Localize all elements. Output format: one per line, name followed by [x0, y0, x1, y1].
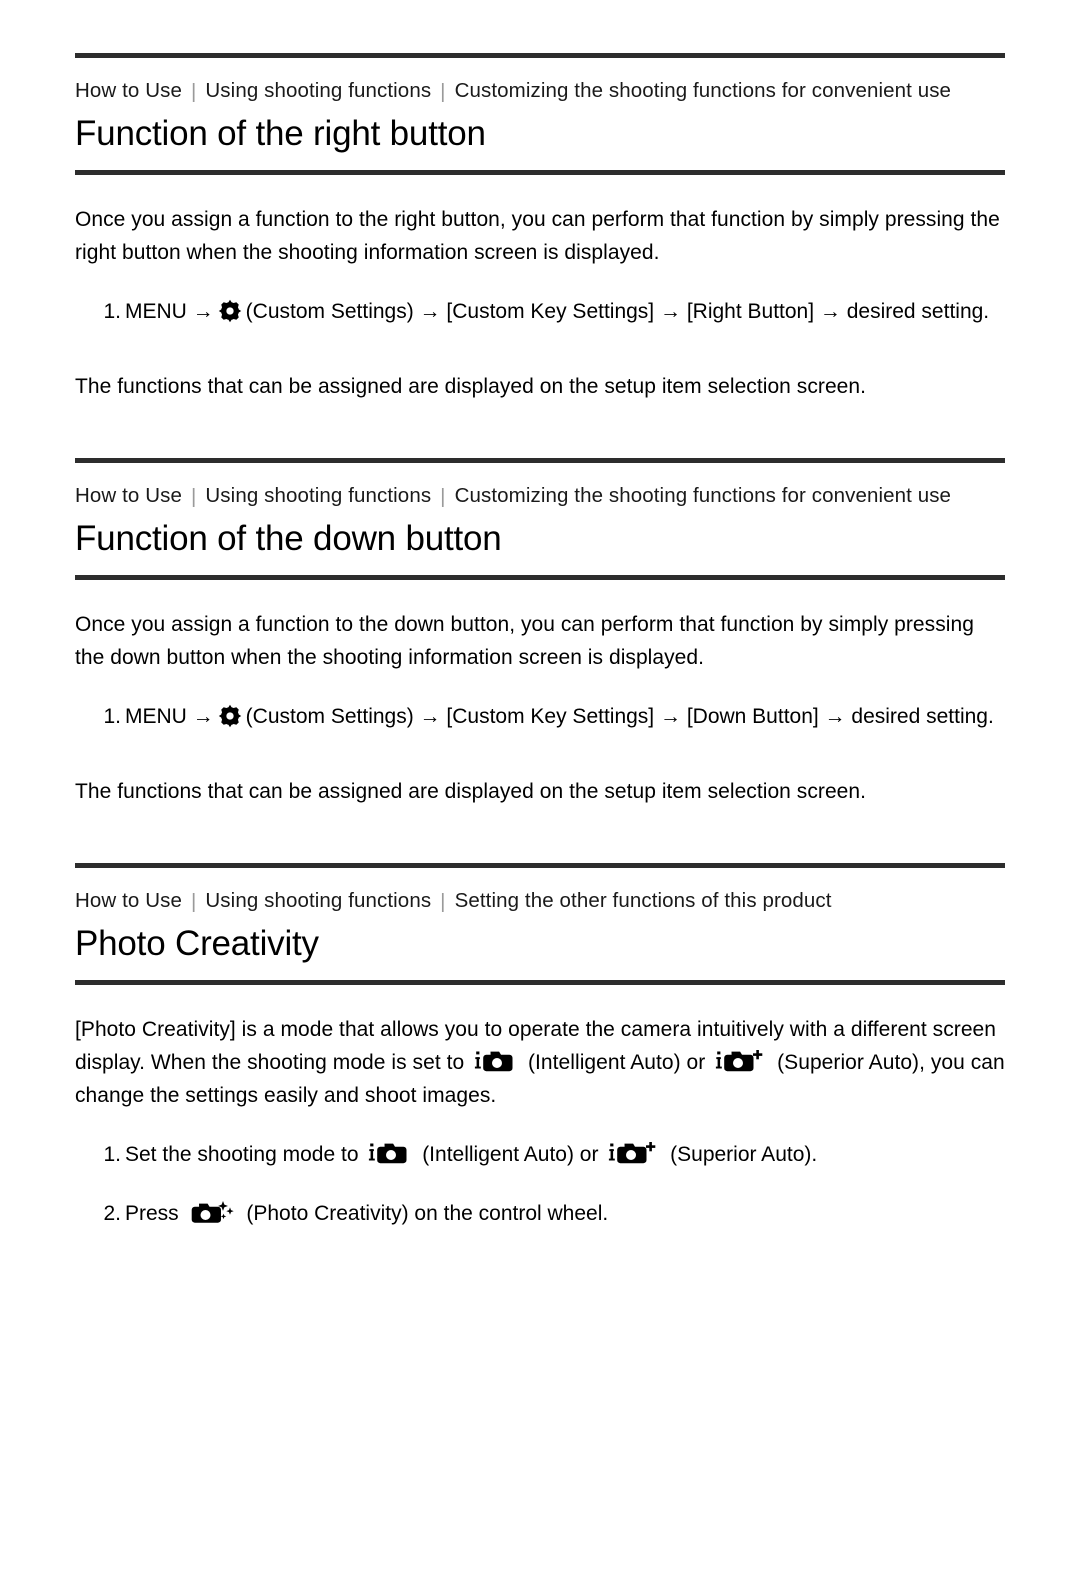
breadcrumb-separator: | [190, 485, 197, 508]
intro-text-part2: (Intelligent Auto) or [528, 1051, 706, 1074]
step-text-part1: MENU → [125, 300, 214, 323]
step-text-part1: Press [125, 1202, 179, 1225]
breadcrumb-item-2[interactable]: Using shooting functions [205, 889, 431, 912]
step-text-part1: Set the shooting mode to [125, 1143, 359, 1166]
section-photo-creativity: How to Use | Using shooting functions | Sett… [75, 863, 1005, 1230]
list-item: 1. MENU → (Custom Settings) → [Custom Key … [75, 295, 1005, 328]
breadcrumb-item-1[interactable]: How to Use [75, 484, 182, 507]
note-paragraph: The functions that can be assigned are d… [75, 375, 867, 398]
breadcrumb-item-1[interactable]: How to Use [75, 889, 182, 912]
step-number: 1. [103, 1143, 121, 1166]
step-text-part1: MENU → [125, 705, 214, 728]
breadcrumb-item-3[interactable]: Setting the other functions of this prod… [455, 889, 832, 912]
gear-icon [218, 704, 242, 728]
list-item: 2. Press (Photo Creativity) on the contro… [75, 1197, 1005, 1230]
breadcrumb: How to Use | Using shooting functions | Cust… [75, 76, 1005, 106]
document-page: How to Use | Using shooting functions | Cust… [0, 53, 1080, 1581]
gear-icon [218, 299, 242, 323]
step-list: 1. Set the shooting mode to (Intelligent … [75, 1138, 1005, 1230]
breadcrumb-item-3[interactable]: Customizing the shooting functions for c… [455, 79, 951, 102]
step-text-part2: (Photo Creativity) on the control wheel. [246, 1202, 609, 1225]
step-list: 1. MENU → (Custom Settings) → [Custom Key … [75, 700, 1005, 733]
step-text-part3: (Superior Auto). [670, 1143, 818, 1166]
intro-paragraph: Once you assign a function to the right … [75, 208, 1000, 264]
list-item: 1. Set the shooting mode to (Intelligent … [75, 1138, 1005, 1171]
note-paragraph: The functions that can be assigned are d… [75, 780, 867, 803]
superior-auto-icon [608, 1140, 660, 1166]
page-title: Photo Creativity [75, 924, 319, 963]
breadcrumb: How to Use | Using shooting functions | Sett… [75, 886, 1005, 916]
breadcrumb-item-2[interactable]: Using shooting functions [205, 484, 431, 507]
intro-paragraph: Once you assign a function to the down b… [75, 613, 974, 669]
page-title: Function of the down button [75, 519, 502, 558]
superior-auto-icon [715, 1048, 767, 1074]
breadcrumb-item-3[interactable]: Customizing the shooting functions for c… [455, 484, 951, 507]
step-number: 2. [103, 1202, 121, 1225]
page-title: Function of the right button [75, 114, 486, 153]
section-function-right-button: How to Use | Using shooting functions | Cust… [75, 53, 1005, 403]
section-function-down-button: How to Use | Using shooting functions | Cust… [75, 458, 1005, 808]
step-text-part2: (Custom Settings) → [Custom Key Settings… [245, 705, 994, 728]
step-text-part2: (Custom Settings) → [Custom Key Settings… [245, 300, 990, 323]
photo-creativity-icon [189, 1199, 237, 1225]
intelligent-auto-icon [474, 1048, 518, 1074]
breadcrumb-separator: | [190, 80, 197, 103]
breadcrumb-separator: | [190, 890, 197, 913]
step-number: 1. [103, 705, 121, 728]
breadcrumb: How to Use | Using shooting functions | Cust… [75, 481, 1005, 511]
breadcrumb-item-2[interactable]: Using shooting functions [205, 79, 431, 102]
intro-paragraph: [Photo Creativity] is a mode that allows… [75, 1013, 1005, 1112]
list-item: 1. MENU → (Custom Settings) → [Custom Key … [75, 700, 1005, 733]
step-list: 1. MENU → (Custom Settings) → [Custom Key … [75, 295, 1005, 328]
intelligent-auto-icon [368, 1140, 412, 1166]
breadcrumb-separator: | [440, 485, 446, 508]
breadcrumb-separator: | [440, 80, 446, 103]
step-text-part2: (Intelligent Auto) or [422, 1143, 599, 1166]
breadcrumb-item-1[interactable]: How to Use [75, 79, 182, 102]
breadcrumb-separator: | [440, 890, 446, 913]
step-number: 1. [103, 300, 121, 323]
